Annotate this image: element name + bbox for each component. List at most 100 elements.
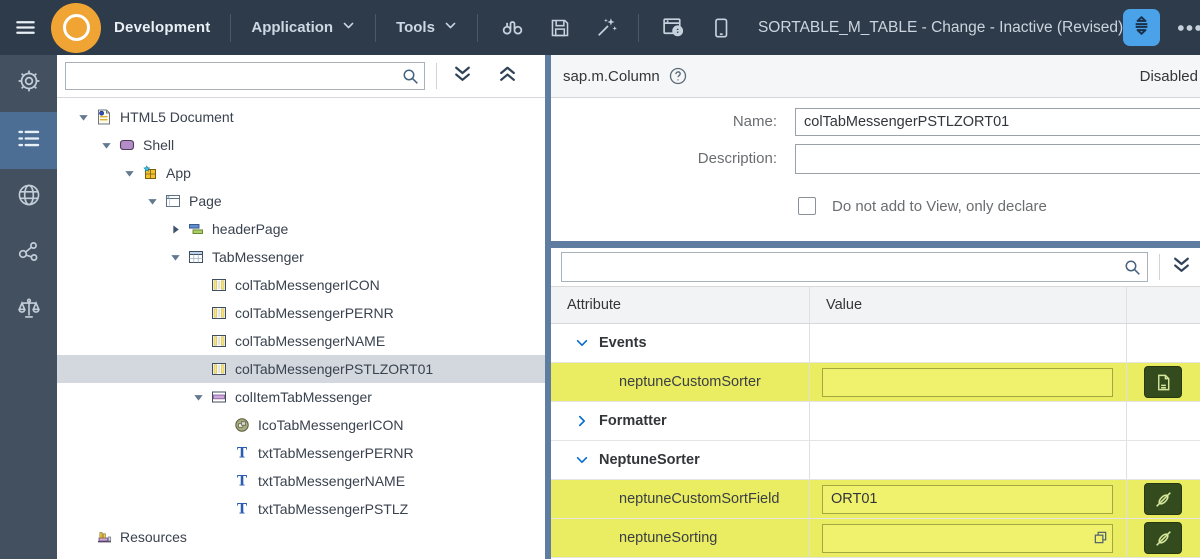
svg-text:T: T	[237, 446, 247, 461]
search-icon[interactable]	[402, 68, 419, 85]
menu-application[interactable]: Application	[251, 19, 355, 36]
tree-item-App[interactable]: App	[57, 159, 545, 187]
value-cell	[810, 441, 1127, 479]
tree-item-label: colTabMessengerNAME	[235, 333, 386, 349]
neptuneCustomSortField-value-input[interactable]	[822, 484, 1113, 514]
sidebar-item-globe[interactable]	[0, 169, 57, 226]
tree-item-label: Page	[189, 193, 222, 209]
tree-item-Shell[interactable]: Shell	[57, 131, 545, 159]
table-icon	[187, 249, 205, 265]
preview-browser-icon[interactable]	[661, 15, 686, 41]
horizontal-splitter[interactable]	[551, 241, 1200, 248]
inspector-header: sap.m.Column Disabled	[551, 55, 1200, 98]
neptuneSorting-value-input[interactable]	[822, 523, 1113, 553]
outline-list-icon	[15, 125, 42, 157]
value-help-icon[interactable]	[1093, 530, 1108, 545]
column-icon	[210, 333, 228, 349]
value-input-wrap	[822, 523, 1113, 553]
tree-item-label: colTabMessengerICON	[235, 277, 380, 293]
tree-item-txtTabMessengerPSTLZ[interactable]: TtxtTabMessengerPSTLZ	[57, 495, 545, 523]
tree-item-colTabMessengerNAME[interactable]: colTabMessengerNAME	[57, 327, 545, 355]
vertical-splitter[interactable]	[545, 55, 551, 559]
description-field[interactable]	[795, 144, 1200, 174]
collapse-arrow-icon[interactable]	[76, 112, 90, 123]
double-chevron-down-icon	[452, 63, 473, 89]
column-icon	[210, 305, 228, 321]
sort-button[interactable]	[1123, 9, 1161, 46]
tree-item-txtTabMessengerPERNR[interactable]: TtxtTabMessengerPERNR	[57, 439, 545, 467]
expand-all-button[interactable]	[442, 61, 482, 91]
attributes-search-input[interactable]	[562, 259, 1124, 275]
sidebar-item-scale[interactable]	[0, 283, 57, 340]
attribute-group-row-NeptuneSorter: NeptuneSorter	[551, 441, 1200, 480]
collapse-arrow-icon[interactable]	[122, 168, 136, 179]
tree-item-colTabMessengerPSTLZORT01[interactable]: colTabMessengerPSTLZORT01	[57, 355, 545, 383]
collapse-all-button[interactable]	[487, 61, 527, 91]
search-icon[interactable]	[1124, 259, 1141, 276]
page-icon	[164, 193, 182, 209]
value-input-wrap	[822, 367, 1113, 397]
tree-item-HTML5 Document[interactable]: HTML5 Document	[57, 103, 545, 131]
unbind-button[interactable]	[1144, 483, 1182, 515]
name-label: Name:	[732, 113, 777, 130]
hamburger-menu-icon[interactable]	[14, 16, 37, 40]
html5-document-icon	[95, 109, 113, 125]
tree-item-label: App	[166, 165, 191, 181]
expand-all-groups-button[interactable]	[1162, 252, 1200, 282]
neptune-logo[interactable]	[51, 2, 101, 53]
chevron-right-icon[interactable]	[575, 414, 589, 428]
more-options-button[interactable]	[1177, 19, 1200, 37]
chevron-down-icon[interactable]	[575, 336, 589, 350]
column-icon	[210, 361, 228, 377]
tree-item-label: colTabMessengerPERNR	[235, 305, 394, 321]
topbar-right-group	[1123, 9, 1200, 46]
tree-item-TabMessenger[interactable]: TabMessenger	[57, 243, 545, 271]
value-input-wrap	[822, 484, 1113, 514]
chevron-down-icon[interactable]	[575, 453, 589, 467]
binoculars-icon[interactable]	[500, 15, 525, 41]
attribute-cell: neptuneCustomSorter	[551, 363, 810, 401]
gear-icon	[16, 68, 42, 99]
tree-item-Page[interactable]: Page	[57, 187, 545, 215]
tree-item-colTabMessengerICON[interactable]: colTabMessengerICON	[57, 271, 545, 299]
action-cell	[1127, 441, 1199, 479]
name-field[interactable]	[795, 108, 1200, 136]
collapse-arrow-icon[interactable]	[99, 140, 113, 151]
neptuneCustomSorter-value-input[interactable]	[822, 367, 1113, 397]
sidebar-item-gear[interactable]	[0, 55, 57, 112]
sidebar-item-outline-list[interactable]	[0, 112, 57, 169]
save-icon[interactable]	[549, 15, 571, 41]
collapse-arrow-icon[interactable]	[191, 392, 205, 403]
collapse-arrow-icon[interactable]	[168, 252, 182, 263]
actions-column-header	[1127, 287, 1199, 323]
document-title: SORTABLE_M_TABLE - Change - Inactive (Re…	[757, 18, 1124, 36]
tree-item-headerPage[interactable]: headerPage	[57, 215, 545, 243]
double-chevron-down-icon	[1171, 254, 1192, 280]
tree-item-Resources[interactable]: Resources	[57, 523, 545, 551]
sidebar-item-share[interactable]	[0, 226, 57, 283]
menu-tools[interactable]: Tools	[396, 19, 457, 36]
help-icon[interactable]	[669, 67, 687, 85]
declare-only-checkbox[interactable]	[798, 197, 816, 215]
text-icon: T	[233, 473, 251, 489]
tree-search-input[interactable]	[66, 68, 402, 84]
top-bar: Development Application Tools SORTABLE_M…	[0, 0, 1200, 55]
scale-icon	[16, 296, 42, 327]
ellipsis-icon	[1177, 19, 1200, 37]
control-type-label: sap.m.Column	[563, 67, 660, 85]
tree-item-colItemTabMessenger[interactable]: colItemTabMessenger	[57, 383, 545, 411]
collapse-arrow-icon[interactable]	[145, 196, 159, 207]
tree-item-txtTabMessengerNAME[interactable]: TtxtTabMessengerNAME	[57, 467, 545, 495]
unbind-button[interactable]	[1144, 522, 1182, 554]
attributes-table-header: Attribute Value	[551, 286, 1200, 324]
preview-mobile-icon[interactable]	[710, 15, 732, 41]
expand-arrow-icon[interactable]	[168, 224, 182, 235]
tree-item-IcoTabMessengerICON[interactable]: IcoTabMessengerICON	[57, 411, 545, 439]
product-title: Development	[114, 19, 211, 36]
attribute-row-neptuneCustomSortField: neptuneCustomSortField	[551, 480, 1200, 519]
svg-text:T: T	[237, 474, 247, 489]
magic-wand-icon[interactable]	[595, 15, 618, 41]
tree-item-colTabMessengerPERNR[interactable]: colTabMessengerPERNR	[57, 299, 545, 327]
script-editor-button[interactable]	[1144, 366, 1182, 398]
tree-item-label: txtTabMessengerPERNR	[258, 445, 414, 461]
